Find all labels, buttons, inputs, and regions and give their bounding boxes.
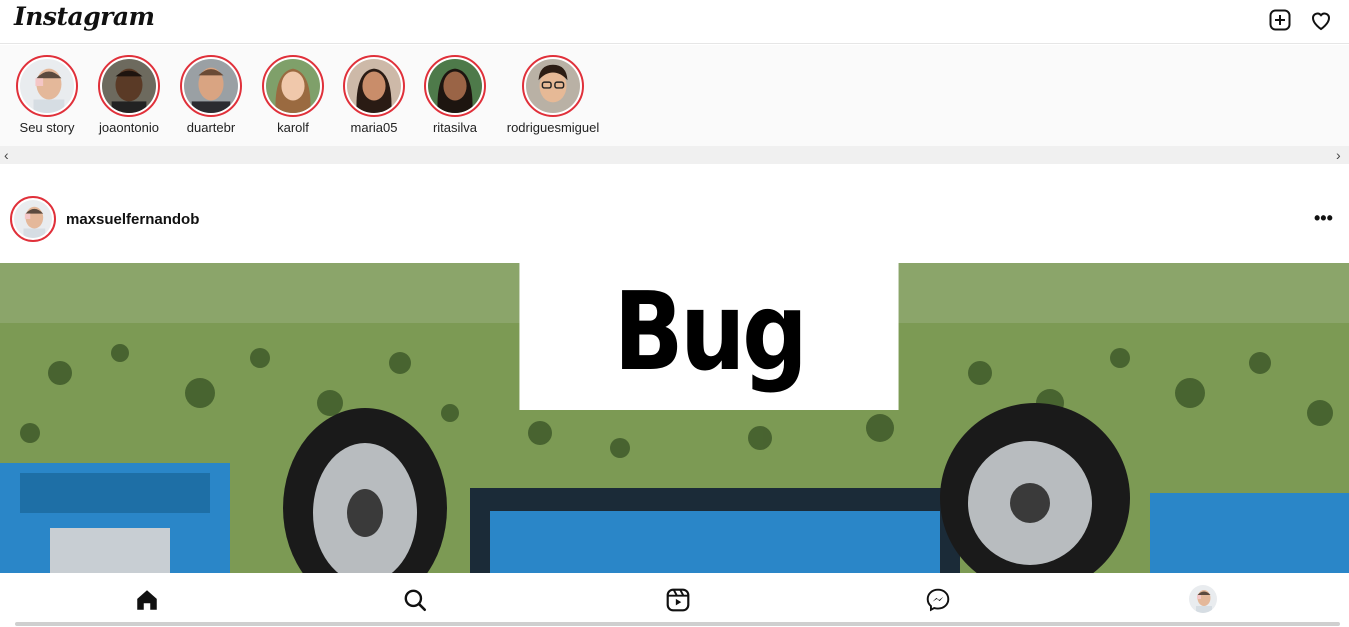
avatar (184, 59, 238, 113)
avatar (347, 59, 401, 113)
heart-icon[interactable] (1309, 8, 1333, 32)
post-author-avatar[interactable] (10, 196, 56, 242)
meme-caption-text: Bug (519, 263, 899, 410)
bottom-navigation (0, 573, 1349, 627)
home-icon[interactable] (134, 587, 160, 613)
story-ring (98, 55, 160, 117)
avatar (266, 59, 320, 113)
search-icon[interactable] (402, 587, 428, 613)
story-item[interactable]: joaontonio (89, 55, 169, 135)
avatar (428, 59, 482, 113)
messenger-icon[interactable] (925, 587, 951, 613)
story-username: duartebr (186, 120, 236, 135)
story-username: joaontonio (99, 120, 159, 135)
stories-scrollbar[interactable]: ‹ › (0, 146, 1349, 164)
scroll-left-arrow[interactable]: ‹ (4, 147, 9, 163)
avatar (20, 59, 74, 113)
story-item[interactable]: rodriguesmiguel (493, 55, 613, 135)
post-author-username[interactable]: maxsuelfernandob (66, 211, 199, 228)
story-ring (16, 55, 78, 117)
top-bar: Instagram (0, 0, 1349, 44)
stories-tray: Seu story joaontonio duartebr karolf mar… (0, 45, 1349, 146)
more-options-button[interactable]: ••• (1314, 208, 1333, 229)
story-item[interactable]: karolf (253, 55, 333, 135)
story-ring (180, 55, 242, 117)
avatar (102, 59, 156, 113)
story-ring (424, 55, 486, 117)
avatar (526, 59, 580, 113)
story-username: Seu story (19, 120, 75, 135)
story-item[interactable]: maria05 (334, 55, 414, 135)
instagram-logo[interactable]: Instagram (14, 2, 155, 31)
post-image[interactable]: Bug (0, 263, 1349, 573)
post-header: maxsuelfernandob ••• (0, 196, 1349, 244)
story-username: karolf (277, 120, 309, 135)
story-username: maria05 (350, 120, 398, 135)
add-post-icon[interactable] (1268, 8, 1292, 32)
story-item[interactable]: Seu story (7, 55, 87, 135)
story-ring (262, 55, 324, 117)
story-item[interactable]: ritasilva (415, 55, 495, 135)
story-item[interactable]: duartebr (171, 55, 251, 135)
bottom-scroll-indicator (15, 622, 1340, 626)
reels-icon[interactable] (665, 587, 691, 613)
story-ring (522, 55, 584, 117)
story-username: ritasilva (432, 120, 478, 135)
profile-avatar[interactable] (1189, 585, 1217, 613)
scroll-right-arrow[interactable]: › (1336, 147, 1341, 163)
story-username: rodriguesmiguel (506, 120, 600, 135)
story-ring (343, 55, 405, 117)
